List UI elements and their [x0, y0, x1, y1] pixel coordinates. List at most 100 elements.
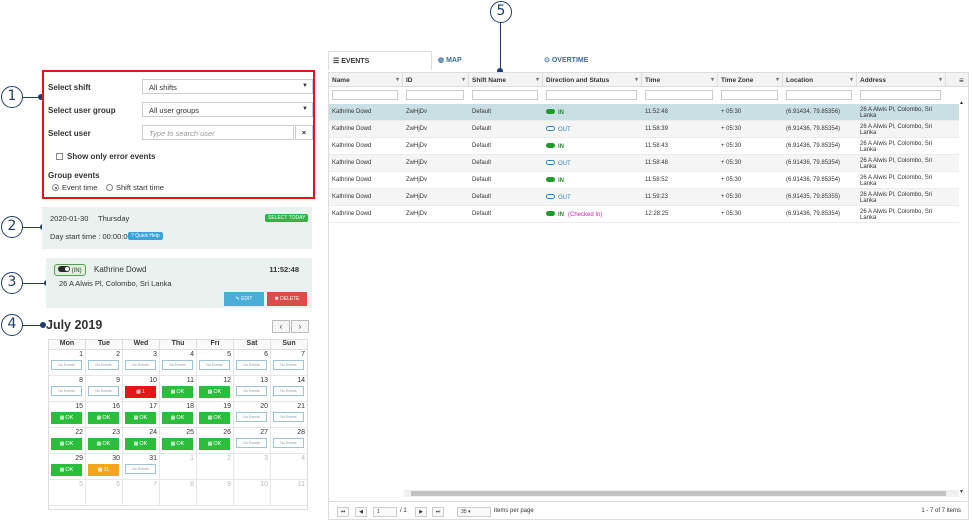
table-row[interactable]: Kathrine Dowd ZwHjDv Default OUT 11:58:48 + 0… — [329, 155, 959, 172]
vertical-scrollbar[interactable]: ▲ ▼ — [959, 100, 967, 495]
no-events-badge[interactable]: No Events — [88, 386, 119, 396]
day-status-badge[interactable]: ▦1 — [125, 386, 156, 398]
column-menu-icon[interactable]: ≡ — [959, 76, 964, 85]
calendar-day[interactable]: 7 — [123, 480, 160, 506]
prev-page-button[interactable]: ◀ — [355, 507, 367, 517]
day-status-badge[interactable]: ▦OK — [125, 438, 156, 450]
chevron-down-icon[interactable]: ▾ — [635, 76, 638, 83]
column-header[interactable]: ID ▾ — [403, 73, 469, 87]
calendar-day[interactable]: 30 ▦11 — [86, 454, 123, 480]
calendar-day[interactable]: 11 — [271, 480, 307, 506]
calendar-day[interactable]: 14 No Events — [271, 376, 307, 402]
group-event-time-radio[interactable]: Event time — [52, 183, 97, 192]
calendar-day[interactable]: 27 No Events — [234, 428, 271, 454]
column-header[interactable]: Location ▾ — [783, 73, 857, 87]
select-today-button[interactable]: SELECT TODAY — [265, 214, 309, 222]
day-status-badge[interactable]: ▦OK — [162, 438, 193, 450]
chevron-down-icon[interactable]: ▾ — [711, 76, 714, 83]
clear-user-button[interactable]: × — [295, 125, 313, 140]
day-status-badge[interactable]: ▦OK — [199, 438, 230, 450]
calendar-day[interactable]: 5 — [49, 480, 86, 506]
error-only-checkbox[interactable]: Show only error events — [56, 152, 155, 161]
calendar-day[interactable]: 18 ▦OK — [160, 402, 197, 428]
shift-select[interactable]: All shifts ▼ — [142, 79, 313, 94]
no-events-badge[interactable]: No Events — [51, 360, 82, 370]
column-filter-input[interactable] — [406, 90, 464, 100]
no-events-badge[interactable]: No Events — [273, 360, 304, 370]
column-filter-input[interactable] — [472, 90, 538, 100]
calendar-day[interactable]: 8 No Events — [49, 376, 86, 402]
day-status-badge[interactable]: ▦OK — [51, 464, 82, 476]
table-row[interactable]: Kathrine Dowd ZwHjDv Default IN 11:58:43 + 05… — [329, 138, 959, 155]
column-filter-input[interactable] — [786, 90, 852, 100]
tab-map[interactable]: ◍ MAP — [438, 51, 462, 70]
calendar-day[interactable]: 1 No Events — [49, 350, 86, 376]
calendar-day[interactable]: 24 ▦OK — [123, 428, 160, 454]
chevron-down-icon[interactable]: ▾ — [536, 76, 539, 83]
column-filter-input[interactable] — [332, 90, 398, 100]
no-events-badge[interactable]: No Events — [88, 360, 119, 370]
calendar-day[interactable]: 10 — [234, 480, 271, 506]
day-status-badge[interactable]: ▦OK — [125, 412, 156, 424]
calendar-day[interactable]: 23 ▦OK — [86, 428, 123, 454]
no-events-badge[interactable]: No Events — [199, 360, 230, 370]
chevron-down-icon[interactable]: ▾ — [939, 76, 942, 83]
calendar-day[interactable]: 6 No Events — [234, 350, 271, 376]
day-status-badge[interactable]: ▦OK — [199, 412, 230, 424]
chevron-down-icon[interactable]: ▾ — [850, 76, 853, 83]
calendar-day[interactable]: 10 ▦1 — [123, 376, 160, 402]
no-events-badge[interactable]: No Events — [125, 464, 156, 474]
day-status-badge[interactable]: ▦OK — [162, 412, 193, 424]
group-shift-start-radio[interactable]: Shift start time — [106, 183, 164, 192]
day-status-badge[interactable]: ▦OK — [199, 386, 230, 398]
no-events-badge[interactable]: No Events — [162, 360, 193, 370]
table-row[interactable]: Kathrine Dowd ZwHjDv Default OUT 11:59:23 + 0… — [329, 189, 959, 206]
column-header[interactable]: Shift Name ▾ — [469, 73, 543, 87]
calendar-day[interactable]: 31 No Events — [123, 454, 160, 480]
calendar-day[interactable]: 3 No Events — [123, 350, 160, 376]
user-search-input[interactable]: Type to search user — [142, 125, 294, 140]
next-month-button[interactable]: › — [291, 320, 309, 333]
calendar-day[interactable]: 6 — [86, 480, 123, 506]
no-events-badge[interactable]: No Events — [125, 360, 156, 370]
chevron-down-icon[interactable]: ▾ — [776, 76, 779, 83]
column-header[interactable]: Address ▾ — [857, 73, 946, 87]
calendar-day[interactable]: 15 ▦OK — [49, 402, 86, 428]
quick-help-button[interactable]: ? Quick Help — [128, 232, 163, 240]
calendar-day[interactable]: 2 — [197, 454, 234, 480]
column-filter-input[interactable] — [546, 90, 637, 100]
calendar-day[interactable]: 9 No Events — [86, 376, 123, 402]
calendar-day[interactable]: 9 — [197, 480, 234, 506]
edit-button[interactable]: ✎ EDIT — [224, 292, 264, 306]
calendar-day[interactable]: 19 ▦OK — [197, 402, 234, 428]
horizontal-scroll-thumb[interactable] — [411, 491, 946, 496]
chevron-down-icon[interactable]: ▾ — [462, 76, 465, 83]
column-header[interactable]: Time Zone ▾ — [718, 73, 783, 87]
tab-events[interactable]: ☰ EVENTS — [328, 51, 432, 70]
no-events-badge[interactable]: No Events — [236, 360, 267, 370]
no-events-badge[interactable]: No Events — [236, 412, 267, 422]
no-events-badge[interactable]: No Events — [236, 438, 267, 448]
calendar-day[interactable]: 29 ▦OK — [49, 454, 86, 480]
column-header[interactable]: Direction and Status ▾ — [543, 73, 642, 87]
user-group-select[interactable]: All user groups ▼ — [142, 102, 313, 117]
column-filter-input[interactable] — [645, 90, 713, 100]
page-number-input[interactable]: 1 — [373, 507, 397, 517]
table-row[interactable]: Kathrine Dowd ZwHjDv Default IN 11:52:48 + 05… — [329, 104, 959, 121]
table-row[interactable]: Kathrine Dowd ZwHjDv Default IN (Checked In)… — [329, 206, 959, 223]
calendar-day[interactable]: 16 ▦OK — [86, 402, 123, 428]
first-page-button[interactable]: ⏮ — [337, 507, 349, 517]
calendar-day[interactable]: 4 — [271, 454, 307, 480]
day-status-badge[interactable]: ▦11 — [88, 464, 119, 476]
calendar-day[interactable]: 17 ▦OK — [123, 402, 160, 428]
prev-month-button[interactable]: ‹ — [272, 320, 290, 333]
day-status-badge[interactable]: ▦OK — [88, 412, 119, 424]
column-header[interactable]: Name ▾ — [329, 73, 403, 87]
day-status-badge[interactable]: ▦OK — [51, 438, 82, 450]
tab-overtime[interactable]: ⊙ OVERTIME — [544, 51, 588, 70]
calendar-day[interactable]: 20 No Events — [234, 402, 271, 428]
day-status-badge[interactable]: ▦OK — [162, 386, 193, 398]
table-row[interactable]: Kathrine Dowd ZwHjDv Default OUT 11:58:39 + 0… — [329, 121, 959, 138]
column-filter-input[interactable] — [721, 90, 778, 100]
delete-button[interactable]: ✖ DELETE — [267, 292, 307, 306]
